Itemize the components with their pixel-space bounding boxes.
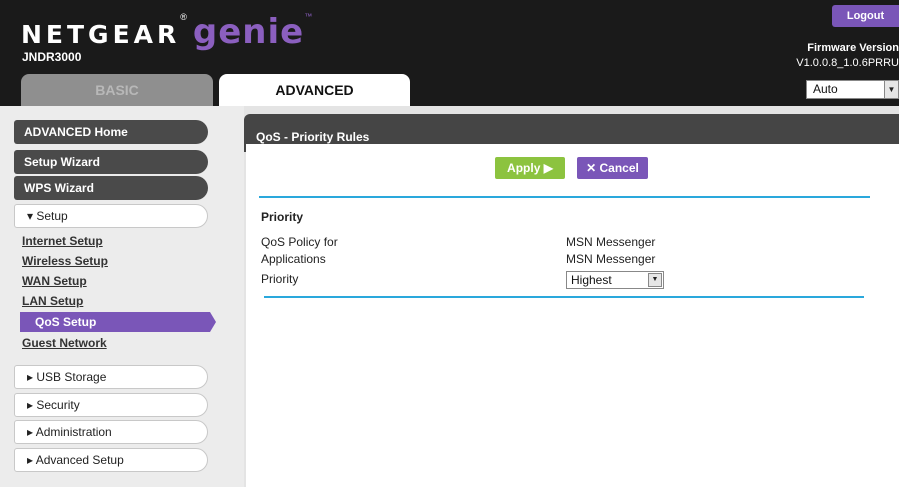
section-divider-top xyxy=(259,196,870,198)
priority-label: Priority xyxy=(261,272,299,286)
logo-trademark: ™ xyxy=(304,12,313,21)
priority-select[interactable]: Highest ▼ xyxy=(566,271,664,289)
qos-policy-value: MSN Messenger xyxy=(566,235,656,249)
sidebar-item-setup-wizard[interactable]: Setup Wizard xyxy=(14,150,208,174)
netgear-genie-logo: NETGEAR® genie™ xyxy=(21,12,313,52)
tab-basic[interactable]: BASIC xyxy=(21,74,213,106)
priority-select-value: Highest xyxy=(571,273,612,287)
sidebar-item-lan-setup[interactable]: LAN Setup xyxy=(14,291,208,311)
chevron-down-icon: ▼ xyxy=(884,81,898,98)
language-select-value: Auto xyxy=(813,82,838,96)
firmware-version-label: Firmware Version xyxy=(807,42,899,54)
logo-registered-mark: ® xyxy=(180,12,187,22)
sidebar-group-setup[interactable]: ▾ Setup xyxy=(14,204,208,228)
firmware-version-value: V1.0.0.8_1.0.6PRRU xyxy=(796,57,899,69)
page-title: QoS - Priority Rules xyxy=(256,130,370,144)
section-divider-bottom xyxy=(264,296,864,298)
sidebar-item-wireless-setup[interactable]: Wireless Setup xyxy=(14,251,208,271)
cancel-button[interactable]: ✕ Cancel xyxy=(577,157,648,179)
language-select[interactable]: Auto ▼ xyxy=(806,80,899,99)
apply-button[interactable]: Apply ▶ xyxy=(495,157,565,179)
applications-value: MSN Messenger xyxy=(566,252,656,266)
sidebar-item-qos-setup[interactable]: QoS Setup xyxy=(20,312,216,332)
sidebar-item-wan-setup[interactable]: WAN Setup xyxy=(14,271,208,291)
sidebar-item-guest-network[interactable]: Guest Network xyxy=(14,333,208,353)
sidebar-item-advanced-home[interactable]: ADVANCED Home xyxy=(14,120,208,144)
sidebar: ADVANCED Home Setup Wizard WPS Wizard ▾ … xyxy=(0,106,244,487)
top-header: NETGEAR® genie™ JNDR3000 Logout Firmware … xyxy=(0,0,899,106)
qos-policy-label: QoS Policy for xyxy=(261,235,338,249)
logo-netgear-text: NETGEAR xyxy=(21,20,181,49)
logout-button[interactable]: Logout xyxy=(832,5,899,27)
sidebar-item-internet-setup[interactable]: Internet Setup xyxy=(14,231,208,251)
logo-genie-text: genie xyxy=(192,12,305,52)
sidebar-item-wps-wizard[interactable]: WPS Wizard xyxy=(14,176,208,200)
chevron-down-icon: ▼ xyxy=(648,273,662,287)
tab-advanced[interactable]: ADVANCED xyxy=(219,74,410,106)
sidebar-group-administration[interactable]: ▸ Administration xyxy=(14,420,208,444)
sidebar-group-usb-storage[interactable]: ▸ USB Storage xyxy=(14,365,208,389)
sidebar-group-security[interactable]: ▸ Security xyxy=(14,393,208,417)
sidebar-group-advanced-setup[interactable]: ▸ Advanced Setup xyxy=(14,448,208,472)
section-title-priority: Priority xyxy=(261,210,304,224)
router-model: JNDR3000 xyxy=(22,50,82,64)
applications-label: Applications xyxy=(261,252,326,266)
